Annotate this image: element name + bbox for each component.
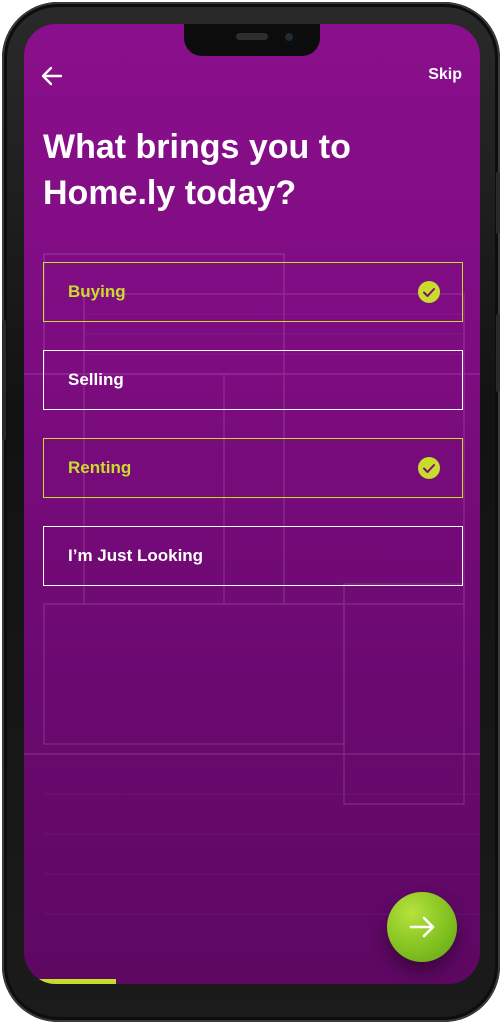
option-label: Renting — [68, 458, 132, 477]
skip-button[interactable]: Skip — [428, 66, 462, 84]
camera-notch — [184, 24, 320, 56]
page-title-line1: What brings you to — [43, 128, 351, 166]
option-just-looking[interactable]: I’m Just Looking — [43, 526, 463, 586]
phone-frame: Skip What brings you to Home.ly today? B… — [2, 2, 500, 1022]
option-renting[interactable]: Renting — [43, 438, 463, 498]
next-button[interactable] — [387, 892, 457, 962]
arrow-right-icon — [409, 916, 435, 938]
app-screen: Skip What brings you to Home.ly today? B… — [24, 24, 480, 984]
progress-fill — [34, 979, 117, 984]
page-title: What brings you to Home.ly today? — [43, 124, 463, 216]
onboarding-progress — [24, 978, 480, 984]
back-button[interactable] — [38, 62, 68, 90]
option-label: I’m Just Looking — [68, 546, 204, 565]
option-selling[interactable]: Selling — [43, 350, 463, 410]
option-label: Buying — [68, 282, 126, 301]
option-label: Selling — [68, 370, 124, 389]
side-button-left — [2, 320, 6, 440]
arrow-left-icon — [41, 66, 63, 86]
earpiece-speaker — [236, 33, 268, 40]
option-buying[interactable]: Buying — [43, 262, 463, 322]
check-icon — [418, 457, 440, 479]
side-button-right-top — [496, 172, 500, 234]
options-list: Buying Selling Renting I’m Just Looking — [43, 262, 463, 614]
side-button-right-bottom — [496, 314, 500, 392]
front-camera — [282, 30, 296, 44]
page-title-line2: Home.ly today? — [43, 174, 297, 212]
check-icon — [418, 281, 440, 303]
